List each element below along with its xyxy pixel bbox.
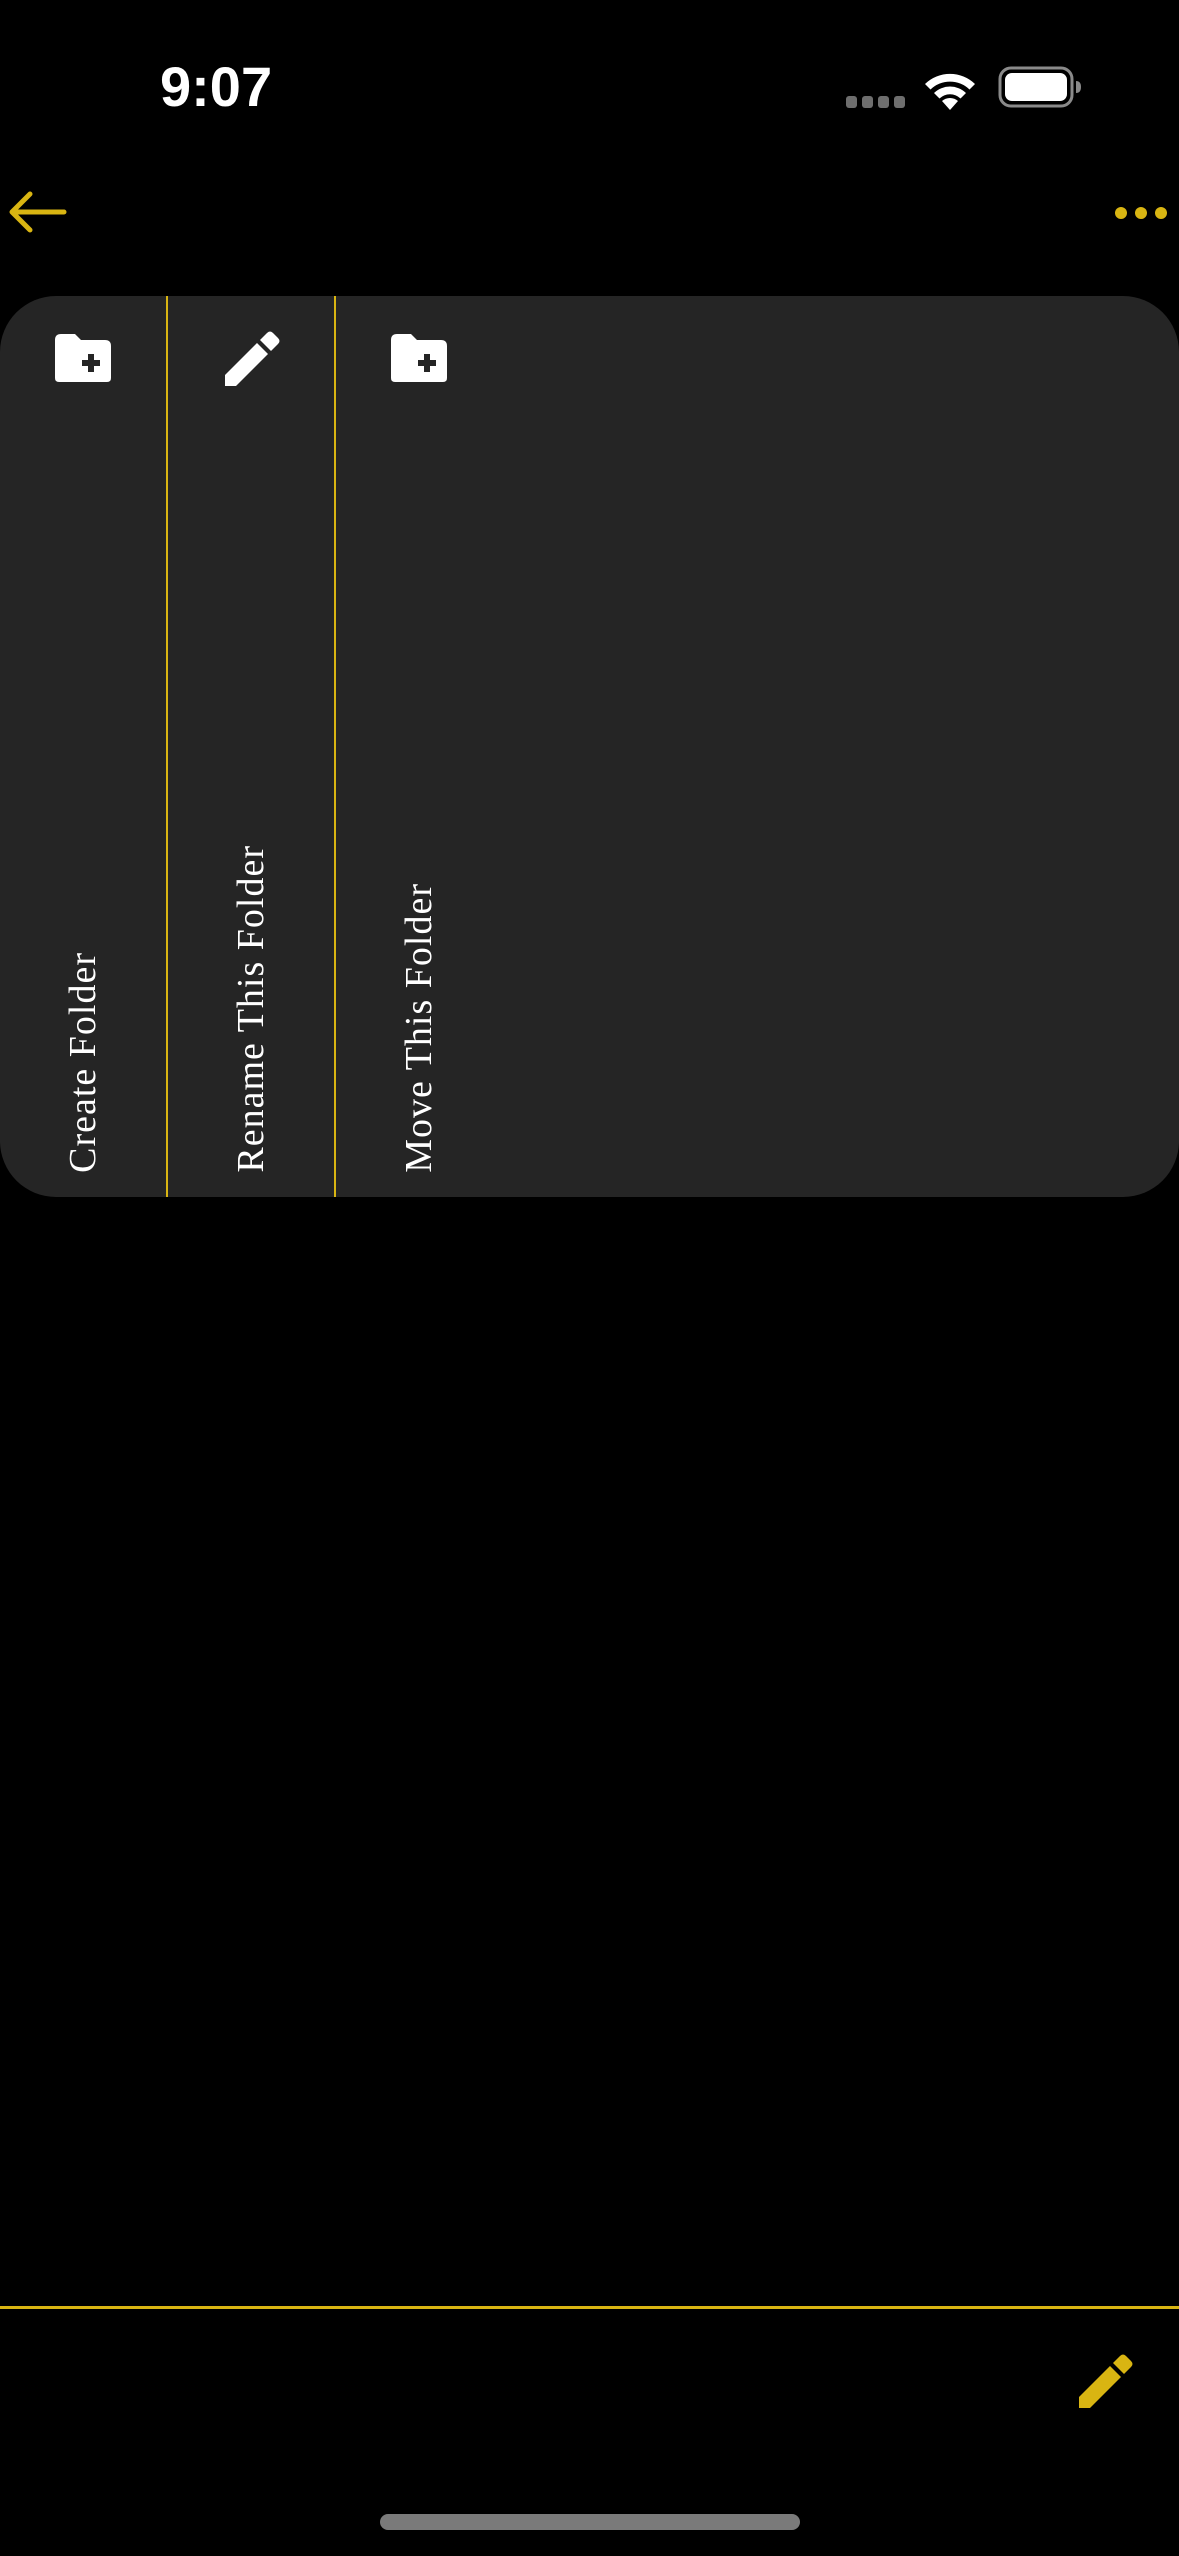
wifi-icon: [925, 73, 975, 110]
folder-plus-icon: [391, 334, 447, 382]
create-folder-label: Create Folder: [62, 952, 104, 1173]
compose-pencil-icon[interactable]: [1076, 2350, 1136, 2410]
toolbar-divider: [0, 2306, 1179, 2309]
home-indicator[interactable]: [380, 2514, 800, 2530]
create-folder-button[interactable]: Create Folder: [0, 296, 166, 1197]
back-arrow-icon[interactable]: [4, 186, 68, 238]
pencil-icon: [225, 331, 280, 386]
rename-folder-button[interactable]: Rename This Folder: [168, 296, 334, 1197]
more-options-icon[interactable]: [1112, 198, 1170, 228]
navigation-bar: [0, 170, 1179, 260]
folder-plus-icon: [55, 334, 111, 382]
move-folder-label: Move This Folder: [398, 883, 440, 1173]
status-bar: 9:07: [0, 0, 1179, 160]
battery-icon: [998, 66, 1081, 108]
move-folder-button[interactable]: Move This Folder: [336, 296, 502, 1197]
cellular-signal-icon: [846, 96, 905, 108]
status-time: 9:07: [160, 55, 273, 118]
rename-folder-label: Rename This Folder: [230, 845, 272, 1173]
folder-actions-menu: Create Folder Rename This Folder Move Th…: [0, 296, 1179, 1197]
